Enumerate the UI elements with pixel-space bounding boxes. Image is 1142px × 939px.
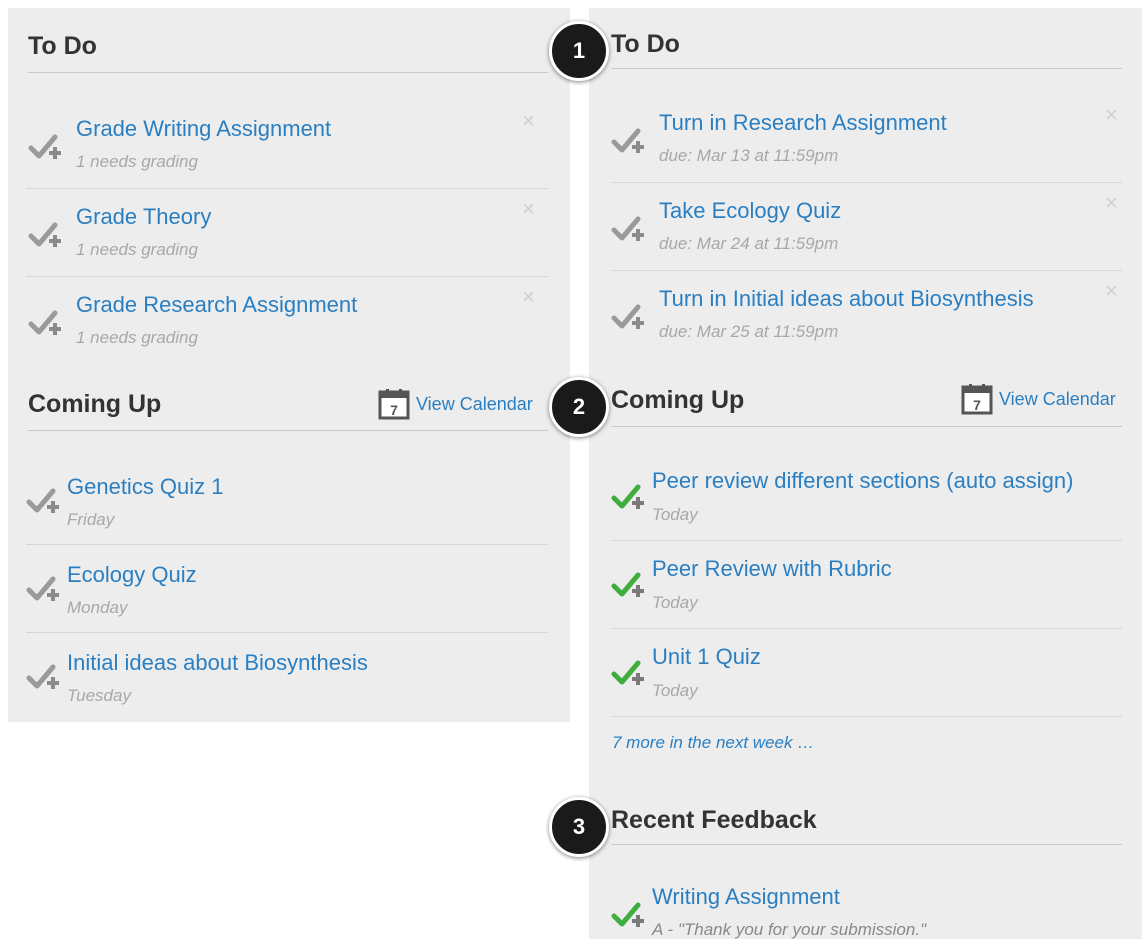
close-icon[interactable]: × bbox=[1105, 192, 1118, 214]
check-plus-gray-icon bbox=[611, 214, 645, 244]
coming-up-item: Initial ideas about Biosynthesis Tuesday bbox=[26, 632, 548, 720]
coming-up-item-title-link[interactable]: Unit 1 Quiz bbox=[652, 644, 761, 670]
svg-text:7: 7 bbox=[390, 402, 398, 418]
todo-item-title-link[interactable]: Take Ecology Quiz bbox=[659, 198, 841, 224]
todo-heading: To Do bbox=[611, 30, 1122, 69]
coming-up-item-date: Today bbox=[652, 681, 698, 700]
check-plus-green-icon bbox=[611, 482, 645, 512]
todo-item-title-link[interactable]: Grade Theory bbox=[76, 204, 211, 230]
step-badge-1: 1 bbox=[549, 21, 609, 81]
coming-up-item: Ecology Quiz Monday bbox=[26, 544, 548, 633]
todo-item-title-link[interactable]: Grade Research Assignment bbox=[76, 292, 357, 318]
view-calendar-link[interactable]: 7 View Calendar bbox=[961, 383, 1116, 415]
todo-item-due-date: due: Mar 13 at 11:59pm bbox=[659, 146, 839, 165]
coming-up-item-title-link[interactable]: Initial ideas about Biosynthesis bbox=[67, 650, 368, 676]
left-dashboard-panel: To Do Grade Writing Assignment 1 needs g… bbox=[8, 8, 570, 722]
coming-up-item-title-link[interactable]: Ecology Quiz bbox=[67, 562, 197, 588]
todo-item-subtitle: 1 needs grading bbox=[76, 152, 198, 171]
more-in-next-week-link[interactable]: 7 more in the next week … bbox=[612, 733, 814, 753]
view-calendar-link[interactable]: 7 View Calendar bbox=[378, 388, 533, 420]
close-icon[interactable]: × bbox=[522, 198, 535, 220]
check-plus-gray-icon bbox=[26, 574, 60, 604]
view-calendar-label: View Calendar bbox=[416, 393, 533, 414]
check-plus-gray-icon bbox=[28, 132, 62, 162]
todo-item-title-link[interactable]: Turn in Research Assignment bbox=[659, 110, 947, 136]
coming-up-item-title-link[interactable]: Peer Review with Rubric bbox=[652, 556, 892, 582]
check-plus-green-icon bbox=[611, 900, 645, 930]
close-icon[interactable]: × bbox=[1105, 104, 1118, 126]
todo-item: Turn in Research Assignment due: Mar 13 … bbox=[611, 94, 1122, 183]
close-icon[interactable]: × bbox=[1105, 280, 1118, 302]
coming-up-item-title-link[interactable]: Genetics Quiz 1 bbox=[67, 474, 224, 500]
feedback-item-comment: A - "Thank you for your submission." bbox=[652, 920, 927, 939]
feedback-item-title-link[interactable]: Writing Assignment bbox=[652, 884, 840, 910]
right-dashboard-panel: To Do Turn in Research Assignment due: M… bbox=[589, 8, 1142, 939]
check-plus-green-icon bbox=[611, 658, 645, 688]
check-plus-gray-icon bbox=[611, 302, 645, 332]
step-badge-3: 3 bbox=[549, 797, 609, 857]
coming-up-item: Peer review different sections (auto ass… bbox=[611, 452, 1122, 541]
coming-up-item-title-link[interactable]: Peer review different sections (auto ass… bbox=[652, 468, 1073, 494]
check-plus-gray-icon bbox=[28, 308, 62, 338]
recent-feedback-heading: Recent Feedback bbox=[611, 806, 1122, 845]
coming-up-item-date: Today bbox=[652, 593, 698, 612]
check-plus-gray-icon bbox=[26, 662, 60, 692]
todo-item-subtitle: 1 needs grading bbox=[76, 240, 198, 259]
coming-up-item: Genetics Quiz 1 Friday bbox=[26, 456, 548, 545]
coming-up-item-date: Tuesday bbox=[67, 686, 131, 705]
close-icon[interactable]: × bbox=[522, 110, 535, 132]
coming-up-item: Unit 1 Quiz Today bbox=[611, 628, 1122, 717]
todo-item-subtitle: 1 needs grading bbox=[76, 328, 198, 347]
view-calendar-label: View Calendar bbox=[999, 388, 1116, 409]
todo-item-due-date: due: Mar 25 at 11:59pm bbox=[659, 322, 839, 341]
coming-up-item-date: Friday bbox=[67, 510, 115, 529]
svg-text:7: 7 bbox=[973, 397, 981, 413]
todo-item-due-date: due: Mar 24 at 11:59pm bbox=[659, 234, 839, 253]
todo-item: Grade Writing Assignment 1 needs grading… bbox=[26, 100, 548, 189]
check-plus-gray-icon bbox=[611, 126, 645, 156]
todo-item: Grade Theory 1 needs grading × bbox=[26, 188, 548, 277]
coming-up-item-date: Today bbox=[652, 505, 698, 524]
todo-item-title-link[interactable]: Turn in Initial ideas about Biosynthesis bbox=[659, 286, 1034, 312]
check-plus-green-icon bbox=[611, 570, 645, 600]
calendar-icon: 7 bbox=[961, 383, 993, 415]
check-plus-gray-icon bbox=[26, 486, 60, 516]
check-plus-gray-icon bbox=[28, 220, 62, 250]
coming-up-item-date: Monday bbox=[67, 598, 128, 617]
close-icon[interactable]: × bbox=[522, 286, 535, 308]
step-badge-2: 2 bbox=[549, 377, 609, 437]
todo-item: Take Ecology Quiz due: Mar 24 at 11:59pm… bbox=[611, 182, 1122, 271]
todo-item-title-link[interactable]: Grade Writing Assignment bbox=[76, 116, 331, 142]
feedback-item: Writing Assignment A - "Thank you for yo… bbox=[611, 868, 1122, 939]
calendar-icon: 7 bbox=[378, 388, 410, 420]
coming-up-item: Peer Review with Rubric Today bbox=[611, 540, 1122, 629]
todo-item: Turn in Initial ideas about Biosynthesis… bbox=[611, 270, 1122, 358]
todo-heading: To Do bbox=[28, 32, 548, 73]
todo-item: Grade Research Assignment 1 needs gradin… bbox=[26, 276, 548, 364]
